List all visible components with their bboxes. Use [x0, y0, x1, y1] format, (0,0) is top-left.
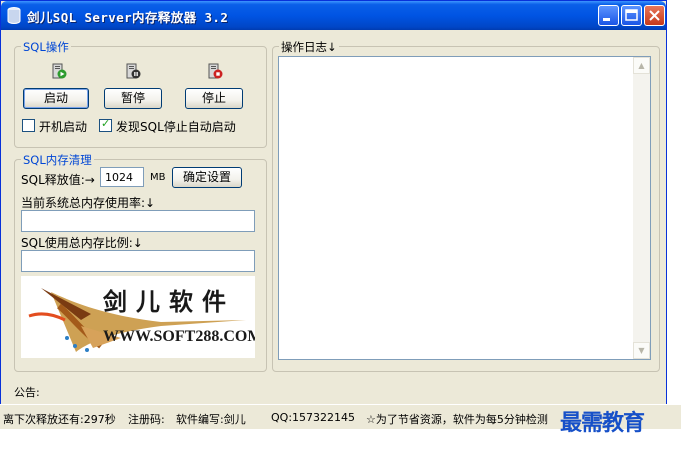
- sql-ops-group-label: SQL操作: [21, 39, 71, 55]
- maximize-button[interactable]: [621, 5, 642, 26]
- start-service-icon: [52, 63, 67, 79]
- release-value-label: SQL释放值:→: [21, 173, 95, 187]
- author-status: 软件编写:剑儿: [176, 413, 246, 426]
- scroll-up-icon[interactable]: ▲: [633, 57, 650, 74]
- brand-banner: 剑儿软件 WWW.SOFT288.COM: [21, 276, 255, 358]
- app-window: 剑儿SQL Server内存释放器 3.2 SQL操作 启动 暂停 停止 开机启…: [0, 0, 667, 428]
- autostart-label: 开机启动: [39, 120, 88, 134]
- memory-group-label: SQL内存清理: [21, 152, 94, 168]
- auto-restart-label: 发现SQL停止自动启动: [116, 120, 236, 134]
- auto-restart-checkbox[interactable]: ✓: [99, 117, 112, 132]
- pause-service-icon: [126, 63, 141, 79]
- title-bar[interactable]: 剑儿SQL Server内存释放器 3.2: [1, 1, 666, 30]
- maximize-icon: [625, 9, 638, 21]
- tip-status: ☆为了节省资源，软件为每5分钟检测: [366, 413, 548, 426]
- close-icon: [649, 10, 660, 21]
- database-icon: [7, 7, 21, 24]
- close-button[interactable]: [644, 5, 665, 26]
- watermark-logo: 最需教育: [560, 410, 645, 436]
- notice-label: 公告:: [14, 386, 40, 399]
- stop-button[interactable]: 停止: [185, 88, 243, 109]
- system-usage-label: 当前系统总内存使用率:↓: [21, 196, 156, 210]
- start-button[interactable]: 启动: [23, 88, 89, 109]
- autostart-checkbox[interactable]: [22, 119, 35, 132]
- scroll-down-icon[interactable]: ▼: [633, 342, 650, 359]
- release-unit: MB: [150, 172, 166, 183]
- minimize-icon: [603, 18, 610, 21]
- sql-ratio-field: [21, 250, 255, 272]
- log-group-label: 操作日志↓: [279, 39, 339, 55]
- pause-button[interactable]: 暂停: [104, 88, 162, 109]
- banner-title: 剑儿软件: [103, 287, 235, 316]
- log-scrollbar[interactable]: ▲ ▼: [633, 57, 650, 359]
- check-mark-icon: ✓: [101, 117, 111, 130]
- next-release-status: 离下次释放还有:297秒: [3, 413, 116, 426]
- sql-ratio-label: SQL使用总内存比例:↓: [21, 236, 143, 250]
- system-usage-field: [21, 210, 255, 232]
- confirm-settings-button[interactable]: 确定设置: [172, 167, 242, 188]
- register-status: 注册码:: [128, 413, 165, 426]
- banner-url[interactable]: WWW.SOFT288.COM: [103, 328, 255, 346]
- log-textarea[interactable]: ▲ ▼: [278, 56, 651, 360]
- window-title: 剑儿SQL Server内存释放器 3.2: [27, 10, 229, 25]
- qq-status: QQ:157322145: [271, 411, 356, 424]
- stop-service-icon: [208, 63, 223, 79]
- minimize-button[interactable]: [598, 5, 619, 26]
- release-value-input[interactable]: 1024: [100, 167, 144, 187]
